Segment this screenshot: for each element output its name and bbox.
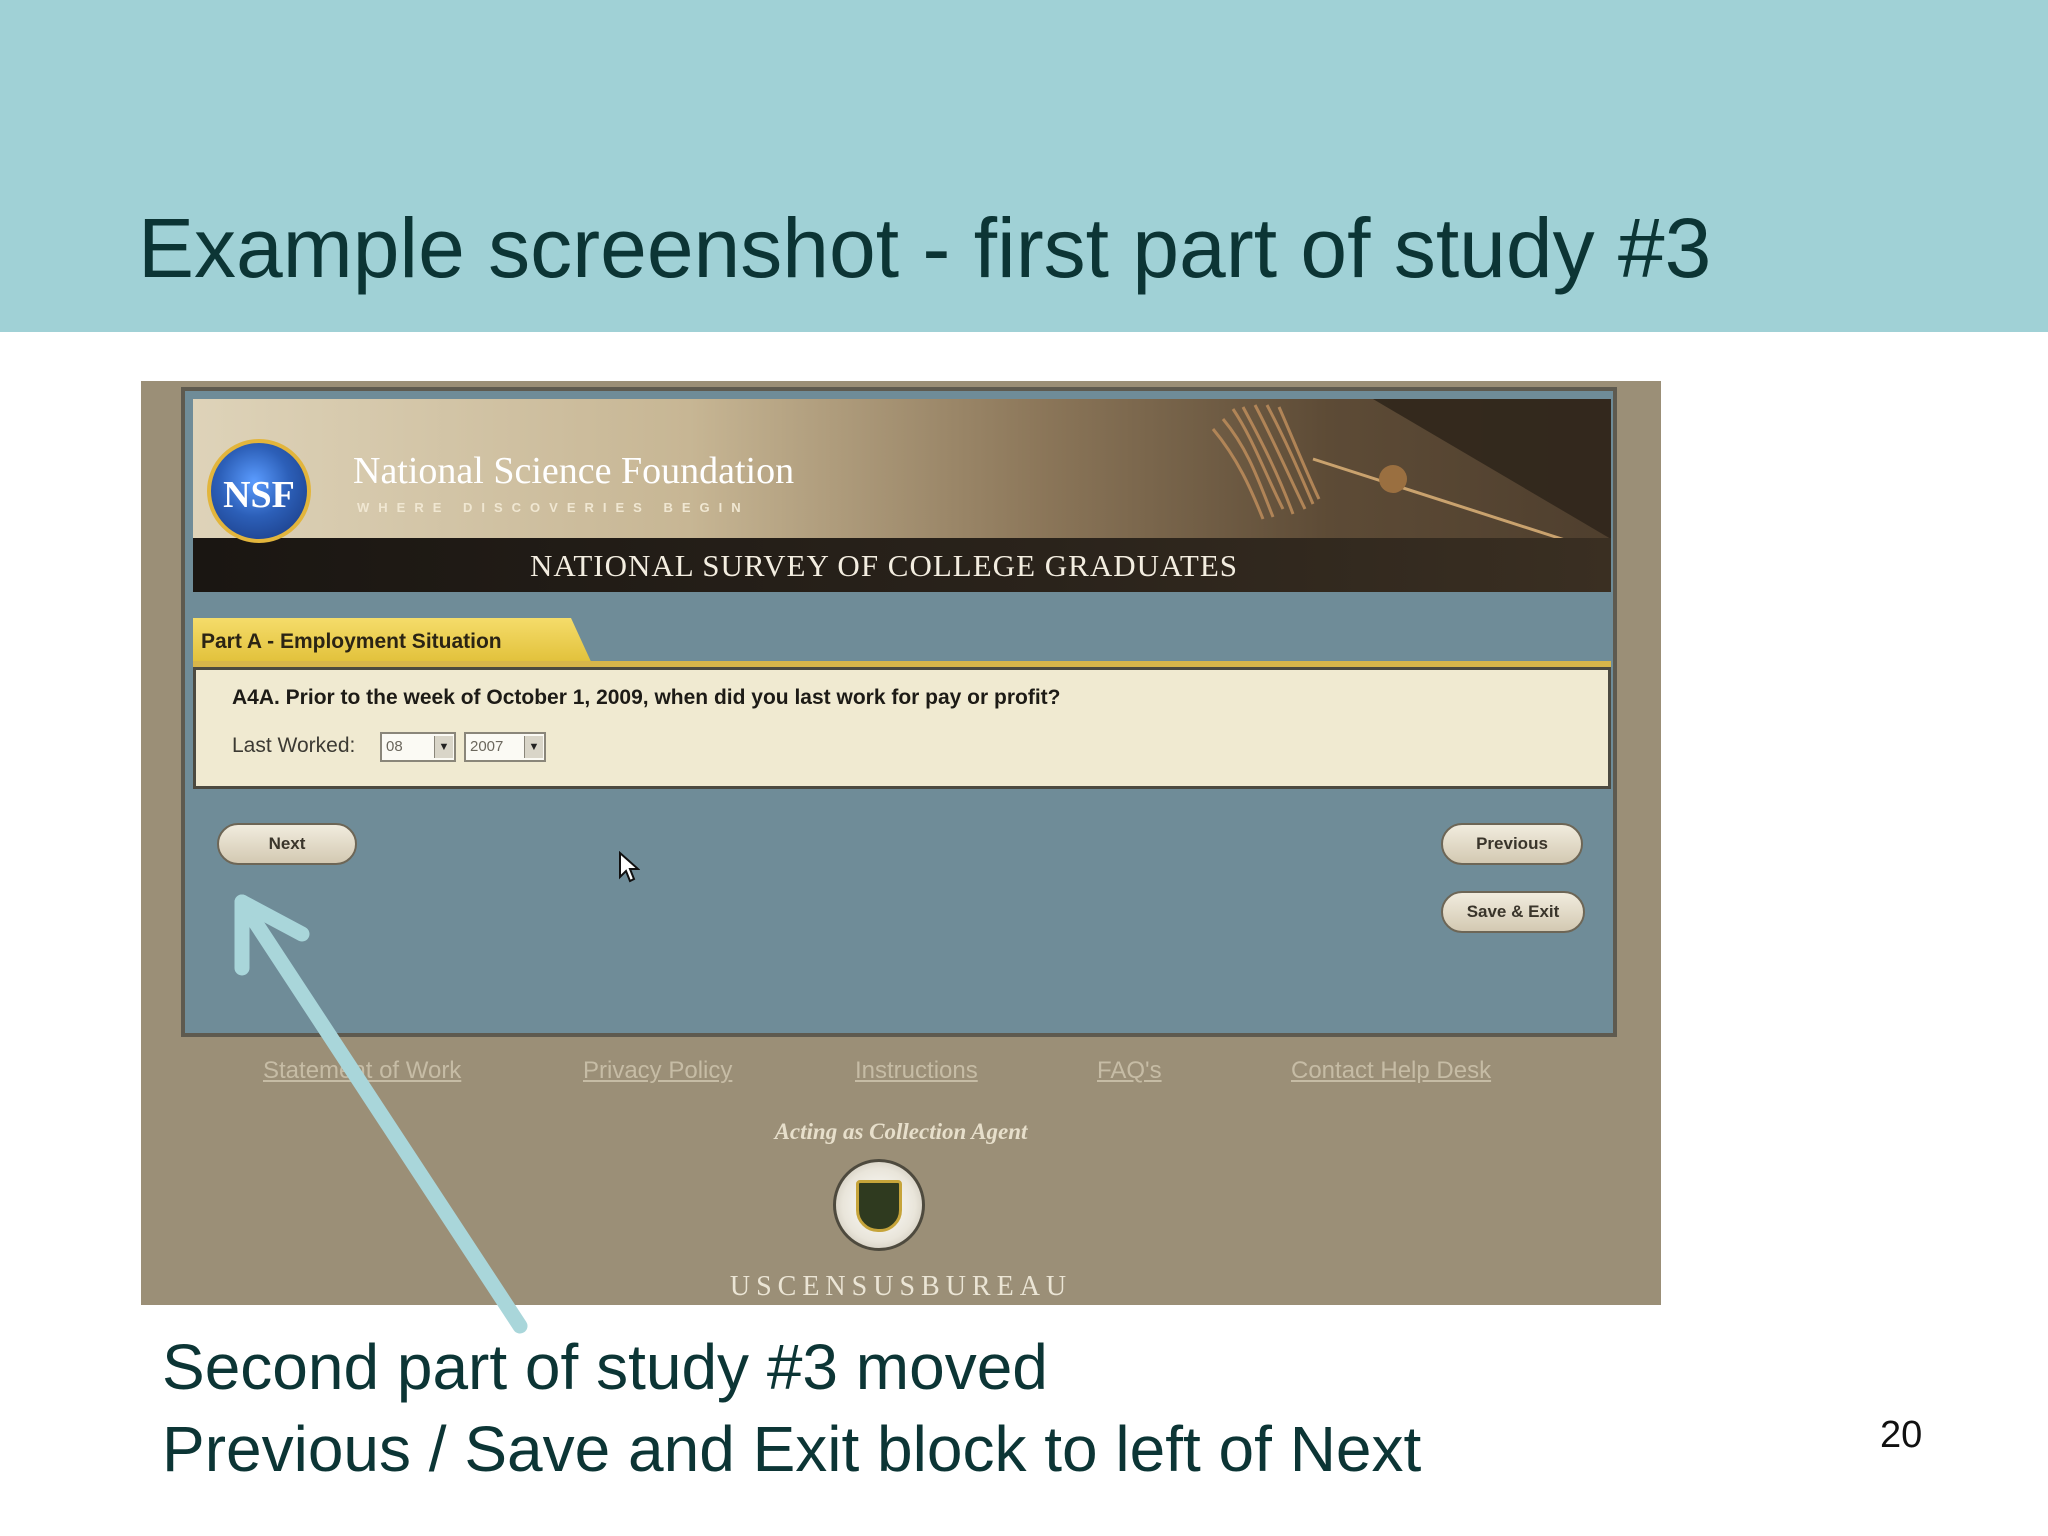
page-number: 20 [1880, 1414, 1923, 1456]
caption-line-2: Previous / Save and Exit block to left o… [162, 1413, 1422, 1485]
annotation-arrow-icon [234, 894, 528, 1334]
caption-line-1: Second part of study #3 moved [162, 1331, 1048, 1403]
